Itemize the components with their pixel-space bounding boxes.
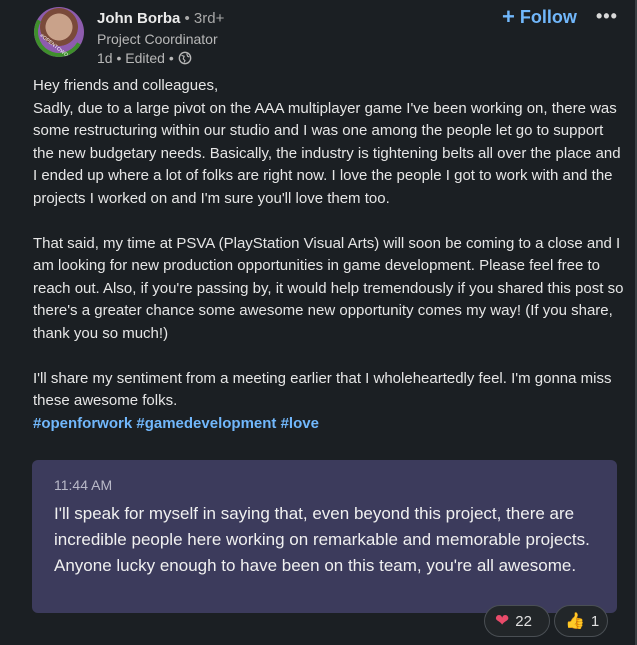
follow-button[interactable]: + Follow [502,6,577,28]
connection-degree: • 3rd+ [184,10,225,27]
quote-time: 11:44 AM [54,477,113,493]
feed-post: #OPENTOWORK John Borba • 3rd+ Project Co… [0,0,637,645]
hashtag-link[interactable]: #gamedevelopment [136,415,276,432]
post-body: Hey friends and colleagues, Sadly, due t… [33,75,628,435]
globe-icon [178,51,192,65]
author-headline: Project Coordinator [97,31,218,47]
love-count: 22 [515,612,532,630]
author-name[interactable]: John Borba [97,10,180,27]
follow-label: Follow [519,6,577,27]
post-paragraph: I'll share my sentiment from a meeting e… [33,369,612,410]
quote-card: 11:44 AM I'll speak for myself in saying… [32,460,617,613]
like-count: 1 [590,612,600,630]
more-options-icon[interactable]: ••• [596,6,618,27]
post-paragraph: Hey friends and colleagues, Sadly, due t… [33,77,621,207]
post-time-edited: 1d • Edited • [97,50,174,66]
avatar[interactable]: #OPENTOWORK [34,7,84,57]
quote-text: I'll speak for myself in saying that, ev… [54,504,590,575]
post-meta: 1d • Edited • [97,50,192,66]
post-paragraph: That said, my time at PSVA (PlayStation … [33,234,624,342]
author-line: John Borba • 3rd+ [97,10,224,27]
thumbs-up-icon: 👍 [565,613,585,630]
hashtags: #openforwork #gamedevelopment #love [33,413,628,436]
plus-icon: + [502,4,515,29]
hashtag-link[interactable]: #openforwork [33,415,132,432]
heart-icon: ❤ [495,611,510,630]
hashtag-link[interactable]: #love [281,415,319,432]
like-reaction-button[interactable]: 👍 1 [554,605,608,637]
love-reaction-button[interactable]: ❤ 22 [484,605,550,637]
